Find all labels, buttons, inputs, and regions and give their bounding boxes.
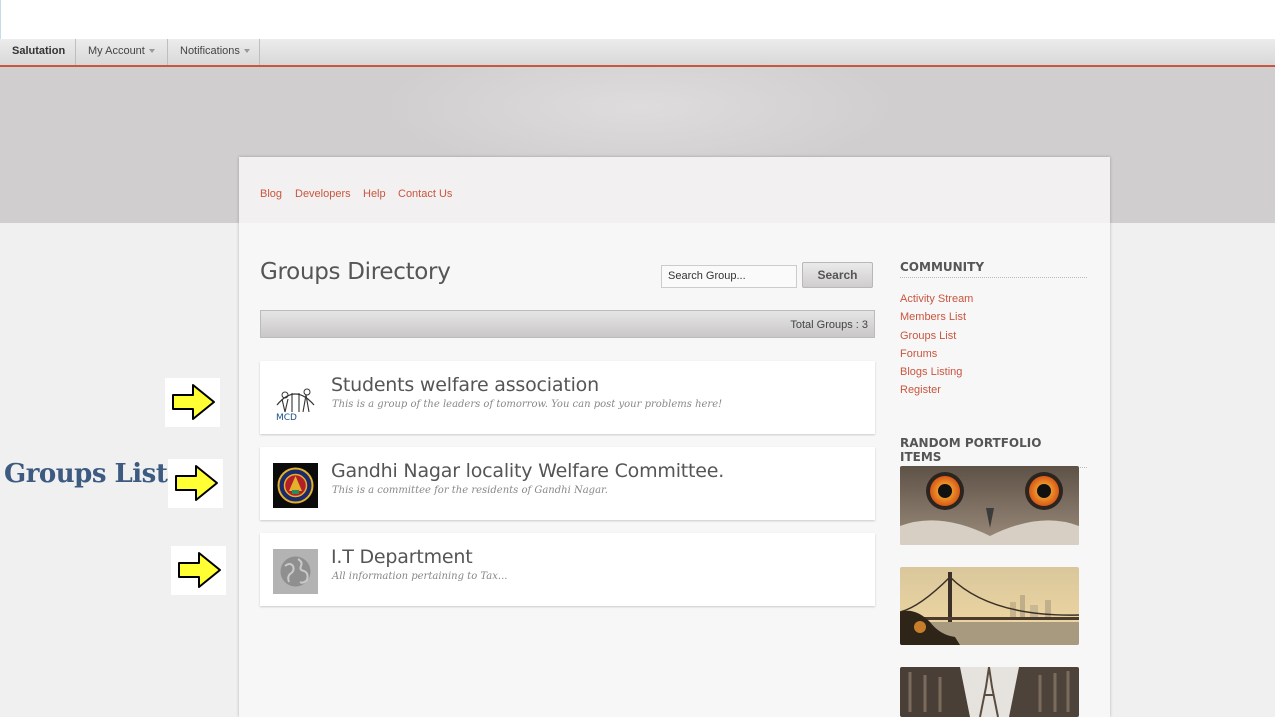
nav-link-blog[interactable]: Blog — [260, 188, 282, 200]
group-item[interactable]: MCD Students welfare association This is… — [260, 361, 875, 434]
bridge-city-image — [900, 567, 1079, 645]
menu-my-account[interactable]: My Account — [76, 39, 168, 65]
mcd-logo-icon[interactable]: MCD — [273, 377, 318, 423]
group-name[interactable]: I.T Department — [331, 546, 473, 568]
yellow-right-arrow-icon — [178, 552, 221, 588]
sidebar-link-register[interactable]: Register — [900, 384, 941, 396]
menu-salutation[interactable]: Salutation — [0, 39, 76, 65]
search-input[interactable]: Search Group... — [661, 265, 797, 288]
group-name[interactable]: Students welfare association — [331, 374, 599, 396]
total-groups-bar: Total Groups : 3 — [260, 310, 875, 338]
page-title: Groups Directory — [260, 259, 451, 285]
admin-menubar: Salutation My Account Notifications — [0, 39, 1275, 67]
nav-link-contact-us[interactable]: Contact Us — [398, 188, 452, 200]
portfolio-item-owl-image[interactable] — [900, 466, 1079, 545]
sidebar-link-members-list[interactable]: Members List — [900, 311, 966, 323]
group-description: All information pertaining to Tax... — [332, 571, 508, 582]
browser-top-strip — [0, 0, 1275, 39]
yellow-right-arrow-icon — [172, 384, 215, 420]
annotation-arrow-2 — [168, 459, 223, 508]
annotation-arrow-1 — [165, 378, 220, 427]
search-button[interactable]: Search — [802, 262, 873, 288]
nav-link-help[interactable]: Help — [363, 188, 386, 200]
menu-notifications[interactable]: Notifications — [168, 39, 260, 65]
globe-icon[interactable] — [273, 549, 318, 594]
group-item[interactable]: I.T Department All information pertainin… — [260, 533, 875, 606]
chevron-down-icon — [243, 49, 250, 54]
annotation-arrow-3 — [171, 546, 226, 595]
sidebar-link-activity-stream[interactable]: Activity Stream — [900, 293, 973, 305]
sidebar-link-groups-list[interactable]: Groups List — [900, 330, 956, 342]
emblem-logo-icon[interactable] — [273, 463, 318, 508]
panel-nav: Blog Developers Help Contact Us — [239, 157, 1110, 223]
svg-text:MCD: MCD — [276, 413, 297, 422]
eiffel-street-image — [900, 667, 1079, 717]
community-heading: COMMUNITY — [900, 260, 1087, 278]
group-description: This is a committee for the residents of… — [332, 485, 608, 496]
sidebar-link-forums[interactable]: Forums — [900, 348, 937, 360]
total-groups-count: Total Groups : 3 — [790, 319, 868, 331]
portfolio-heading: RANDOM PORTFOLIO ITEMS — [900, 436, 1087, 468]
annotation-groups-list-label: Groups List — [4, 459, 168, 489]
portfolio-item-bridge-image[interactable] — [900, 567, 1079, 645]
menu-my-account-label: My Account — [88, 45, 145, 57]
menu-notifications-label: Notifications — [180, 45, 240, 57]
sidebar-link-blogs-listing[interactable]: Blogs Listing — [900, 366, 962, 378]
owl-eyes-image — [900, 466, 1079, 545]
group-description: This is a group of the leaders of tomorr… — [332, 399, 723, 410]
group-item[interactable]: Gandhi Nagar locality Welfare Committee.… — [260, 447, 875, 520]
menu-salutation-label: Salutation — [12, 45, 66, 57]
chevron-down-icon — [148, 49, 155, 54]
yellow-right-arrow-icon — [175, 465, 218, 501]
group-name[interactable]: Gandhi Nagar locality Welfare Committee. — [331, 460, 724, 482]
portfolio-item-eiffel-image[interactable] — [900, 667, 1079, 717]
content-panel: Blog Developers Help Contact Us Groups D… — [239, 157, 1110, 717]
nav-link-developers[interactable]: Developers — [295, 188, 351, 200]
